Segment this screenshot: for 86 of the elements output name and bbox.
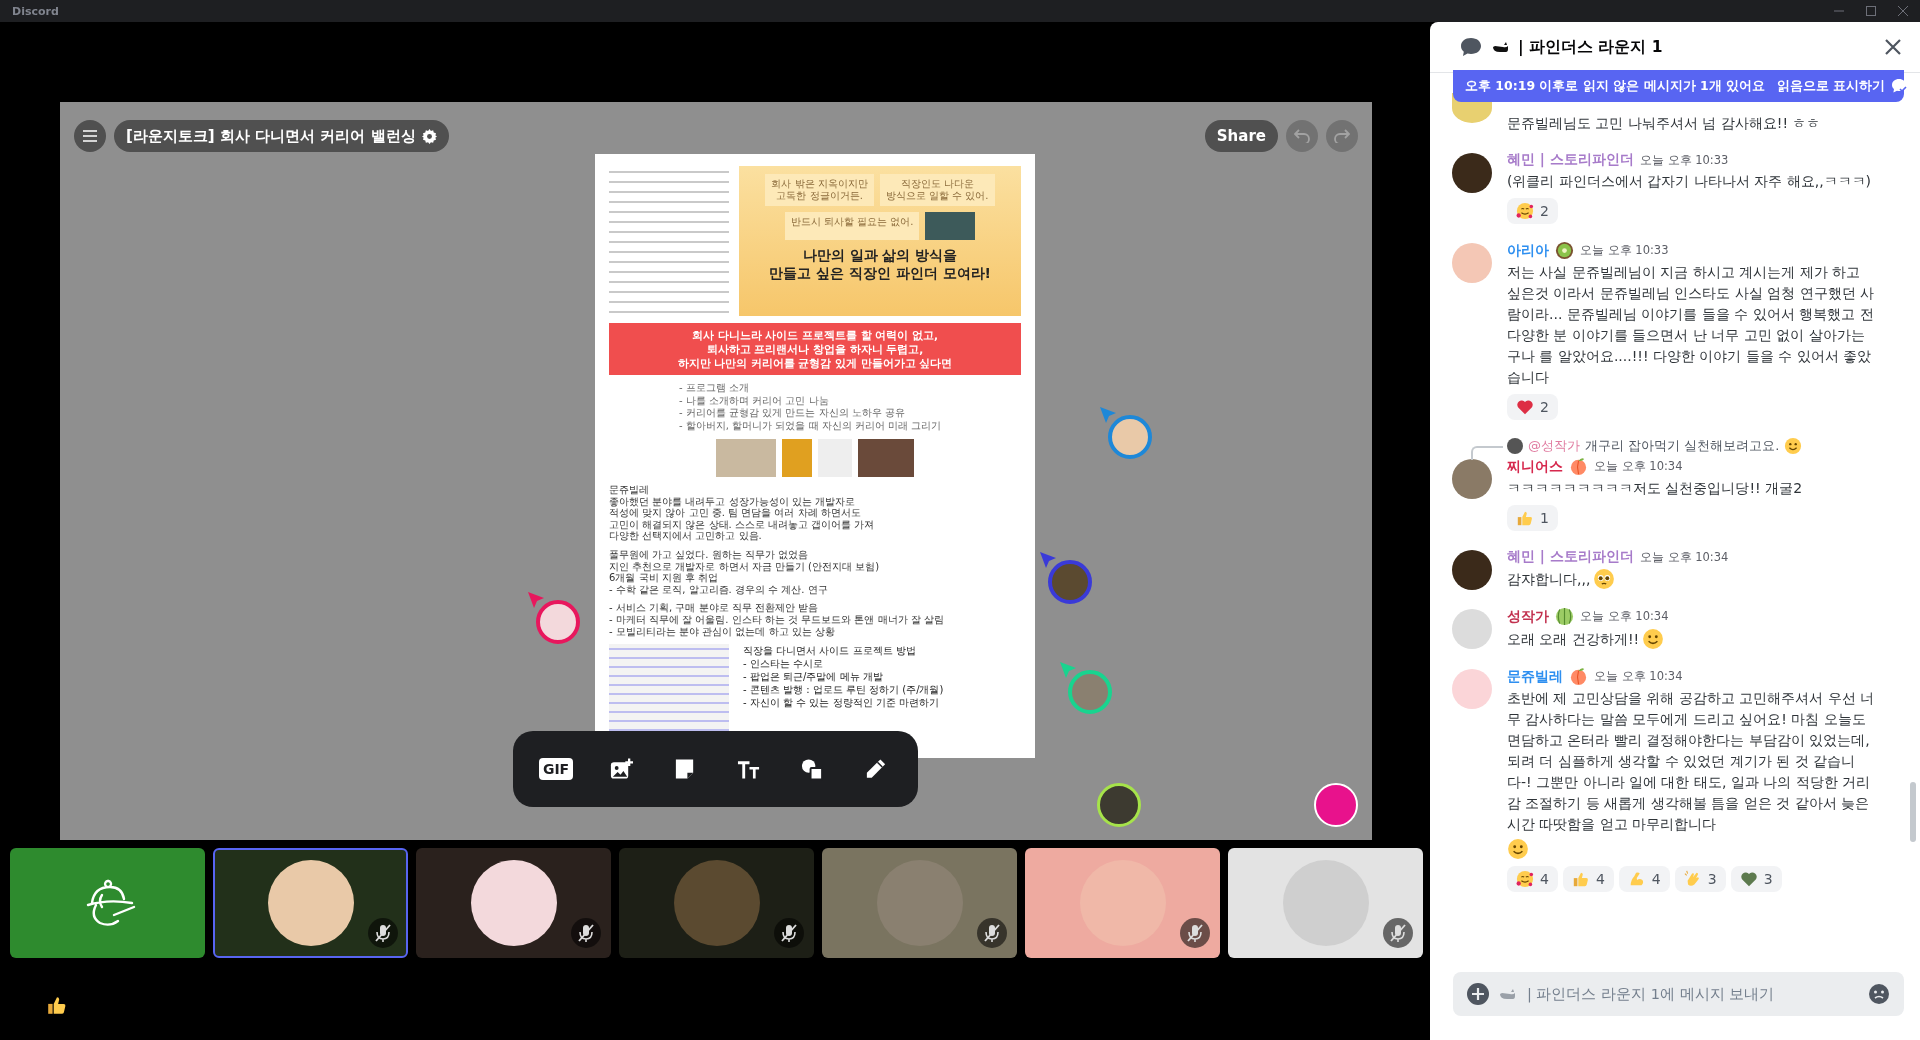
note-paragraph: - 서비스 기획, 구매 분야로 직무 전환제안 받음 - 마케터 직무에 잘 어울림. 인스타 하는 것 무드보드와 톤앤 매너가 잘 살림 - 모빌리티라는 분야 관심이 없는데 하고 있는 상황 (609, 602, 945, 638)
thumbs-up-icon[interactable] (46, 994, 68, 1016)
emoji-button[interactable] (1868, 983, 1890, 1005)
message-composer[interactable]: | 파인더스 라운지 1에 메시지 보내기 (1453, 972, 1904, 1016)
avatar-circle (1452, 609, 1492, 649)
message-text: 오래 오래 건강하게!! (1507, 629, 1640, 649)
speech-bubble: 반드시 퇴사할 필요는 없어. (784, 212, 920, 240)
reaction-button[interactable]: 3 (1730, 866, 1782, 892)
avatar-circle (1452, 550, 1492, 590)
share-button[interactable]: Share (1204, 120, 1278, 152)
cursor-arrow-icon (1100, 407, 1116, 423)
timestamp: 오늘 오후 10:33 (1580, 243, 1669, 258)
reaction-button[interactable]: 2 (1507, 198, 1558, 224)
speech-bubble: 직장인도 나다운 방식으로 일할 수 있어. (879, 174, 995, 206)
photo-placeholder (782, 439, 812, 477)
participant-tile[interactable] (416, 848, 611, 958)
settings-icon (421, 128, 437, 144)
avatar-circle (1452, 459, 1492, 499)
agenda-list: - 프로그램 소개 - 나를 소개하며 커리어 고민 나눔 - 커리어를 균형감 있게 만드는 자신의 노하우 공유 - 할아버지, 할머니가 되었을 때 자신의 커리어 미래 그리기 (609, 382, 1021, 432)
board-title-button[interactable]: [라운지토크] 회사 다니면서 커리어 밸런싱 (114, 120, 449, 152)
participant-tile[interactable] (822, 848, 1017, 958)
timestamp: 오늘 오후 10:34 (1580, 609, 1669, 624)
reaction-button[interactable]: 3 (1674, 866, 1726, 892)
timestamp: 오늘 오후 10:34 (1594, 669, 1683, 684)
reaction-button[interactable]: 2 (1507, 394, 1558, 420)
cursor-arrow-icon (1040, 552, 1056, 568)
unread-notice: 오후 10:19 이후로 읽지 않은 메시지가 1개 있어요 (1465, 77, 1765, 95)
mark-read-button[interactable]: 읽음으로 표시하기 (1776, 77, 1908, 95)
highlight-banner: 회사 다니느라 사이드 프로젝트를 할 여력이 없고, 퇴사하고 프리랜서나 창업을 하자니 두렵고, 하지만 나만의 커리어를 균형감 있게 만들어가고 싶다면 (609, 323, 1021, 375)
author-name[interactable]: 찌니어스 (1507, 457, 1563, 476)
reaction-button[interactable]: 1 (1507, 505, 1558, 531)
cursor-arrow-icon (1060, 662, 1076, 678)
reaction-button[interactable]: 4 (1618, 866, 1670, 892)
photo-placeholder (858, 439, 914, 477)
speech-bubble: 회사 밖은 지옥이지만 고독한 정글이거든. (765, 174, 874, 206)
message-text: ㅋㅋㅋㅋㅋㅋㅋㅋㅋ저도 실천중입니당!! 개굴2 (1507, 479, 1803, 498)
message-text: 감쟈합니다,,, (1507, 569, 1591, 589)
plus-icon (1467, 983, 1489, 1005)
message-text: 저는 사실 문쥬빌레님이 지금 하시고 계시는게 제가 하고 싶은것 이라서 문쥬빌레님 인스타도 사실 엄청 연구했던 사람이라... 문쥬빌레님 이야기를 들을 수 있어서 행복했고 전 다양한 분 이야기를 들으면서 난 너무 고민 없이 살아가는 구나 를 알았어요....!!! 다양한 이야기 들을 수 있어서 좋았습니다 (1507, 263, 1875, 387)
participant-tile[interactable] (213, 848, 408, 958)
avatar-circle (1452, 153, 1492, 193)
redo-icon (1334, 129, 1350, 143)
participant-tile[interactable] (1228, 848, 1423, 958)
avatar-circle (1452, 669, 1492, 709)
close-icon (1884, 38, 1902, 56)
reaction-button[interactable]: 4 (1507, 866, 1558, 892)
undo-icon (1294, 129, 1310, 143)
close-icon[interactable] (1898, 6, 1908, 16)
gif-button[interactable]: GIF (538, 758, 574, 780)
poster-headline: 나만의 일과 삶의 방식을 만들고 싶은 직장인 파인더 모여라! (769, 246, 991, 282)
menu-icon (83, 130, 97, 142)
note-paragraph: 문쥬빌레 좋아했던 분야를 내려두고 성장가능성이 있는 개발자로 적성에 맞지 않아 고민 중. 팀 면담을 여러 차례 하면서도 고민이 해결되지 않은 상태. 스스로 내려놓고 갭이어를 가져 다양한 선택지에서 고민하고 있음. (609, 484, 876, 542)
message-text: 초반에 제 고민상담을 위해 공감하고 고민해주셔서 우선 너무 감사하다는 말씀 모두에게 드리고 싶어요! 마침 오늘도 면담하고 온터라 빨리 결정해야한다는 부담감이 있었는데, 되려 더 심플하게 생각할 수 있었던 계기가 된 것 같습니다-! 그뿐만 아니라 일에 대한 태도, 일과 나의 적당한 거리감 조절하기 등 새롭게 생각해볼 틈을 얻은 것 같아서 늦은 시간 따땃함을 얻고 마무리합니다 (1507, 689, 1875, 834)
whale-icon (1492, 41, 1508, 53)
avatar-circle (1507, 438, 1523, 454)
photo-placeholder (925, 212, 976, 240)
whale-icon (1499, 988, 1515, 1000)
menu-button[interactable] (74, 120, 106, 152)
author-name[interactable]: 아리아 (1507, 241, 1549, 260)
photo-placeholder (716, 439, 776, 477)
timestamp: 오늘 오후 10:34 (1594, 459, 1683, 474)
timestamp: 오늘 오후 10:34 (1639, 549, 1729, 565)
maximize-icon[interactable] (1866, 6, 1876, 16)
scrollbar-thumb (1910, 782, 1916, 842)
message-text: 문쥬빌레님도 고민 나눠주셔서 넘 감사해요!! ㅎㅎ (1507, 114, 1821, 133)
message-text: (위클리 파인더스에서 갑자기 나타나서 자주 해요,,ㅋㅋㅋ) (1507, 172, 1872, 191)
app-title: Discord (12, 4, 59, 18)
note-paragraph: 풀무원에 가고 싶었다. 원하는 직무가 없었음 지인 추천으로 개발자로 하면서 자금 만들기 (안전지대 보험) 6개월 국비 지원 후 취업 - 수학 같은 로직, 알고리즘. 경우의 수 계산. 연구 (609, 548, 881, 596)
participant-tile[interactable] (619, 848, 814, 958)
timestamp: 오늘 오후 10:33 (1639, 152, 1729, 168)
author-name[interactable]: 성작가 (1507, 607, 1549, 626)
participant-tile[interactable] (1025, 848, 1220, 958)
shapes-icon (800, 757, 825, 781)
emoji-face-icon (1868, 983, 1890, 1005)
close-button[interactable] (1884, 38, 1902, 56)
add-image-icon (608, 757, 633, 781)
reaction-button[interactable]: 4 (1562, 866, 1614, 892)
reply-text: 개구리 잡아먹기 실천해보려고요. (1585, 437, 1780, 455)
message-input-field[interactable]: | 파인더스 라운지 1에 메시지 보내기 (1525, 985, 1858, 1003)
channel-title: | 파인더스 라운지 1 (1518, 36, 1663, 58)
side-project-list: 직장을 다니면서 사이드 프로젝트 방법 - 인스타는 수시로 - 팝업은 퇴근/주말에 메뉴 개발 - 콘텐츠 발행 : 업로드 루틴 정하기 (주/개월) - 자신이 할 수 있는 정량적인 기준 마련하기 (743, 644, 944, 733)
add-attachment-button[interactable] (1467, 983, 1489, 1005)
chat-bubble-icon (1460, 37, 1482, 57)
cursor-arrow-icon (528, 592, 544, 608)
participant-tile[interactable] (10, 848, 205, 958)
avatar-circle (1452, 243, 1492, 283)
